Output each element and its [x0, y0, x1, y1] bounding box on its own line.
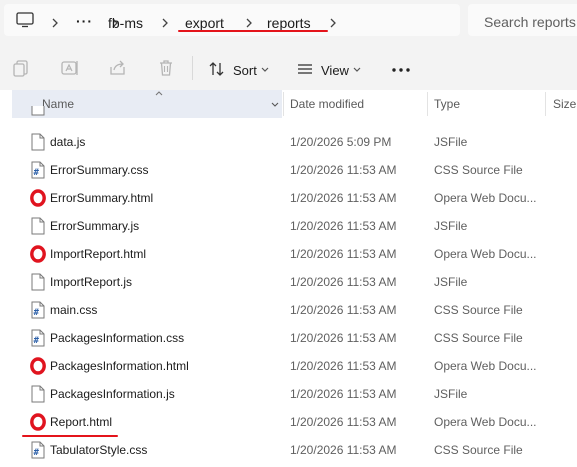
annotation-underline — [22, 435, 118, 437]
table-row[interactable]: data.js 1/20/2026 5:09 PM JSFile — [0, 128, 577, 156]
chevron-right-icon[interactable] — [48, 16, 62, 30]
table-row[interactable]: Report.html 1/20/2026 11:53 AM Opera Web D… — [0, 408, 577, 436]
file-type: Opera Web Docu... — [434, 415, 537, 429]
file-type: CSS Source File — [434, 443, 523, 457]
file-date-modified: 1/20/2026 11:53 AM — [290, 191, 397, 205]
file-date-modified: 1/20/2026 11:53 AM — [290, 275, 397, 289]
file-type: CSS Source File — [434, 303, 523, 317]
file-name[interactable]: PackagesInformation.js — [50, 387, 175, 401]
opera-icon — [30, 189, 46, 207]
sort-button[interactable]: Sort — [233, 63, 257, 78]
file-type: JSFile — [434, 275, 468, 289]
file-name[interactable]: PackagesInformation.css — [50, 331, 184, 345]
file-name[interactable]: ImportReport.js — [50, 275, 132, 289]
css-file-icon: # — [31, 329, 45, 347]
file-icon — [31, 385, 45, 403]
file-date-modified: 1/20/2026 11:53 AM — [290, 163, 397, 177]
file-icon — [31, 133, 45, 151]
share-icon[interactable] — [108, 58, 128, 78]
table-row[interactable]: # PackagesInformation.css 1/20/2026 11:53 … — [0, 324, 577, 352]
file-name[interactable]: Report.html — [50, 415, 112, 429]
file-date-modified: 1/20/2026 11:53 AM — [290, 303, 397, 317]
file-name[interactable]: ErrorSummary.css — [50, 163, 148, 177]
annotation-underline — [178, 30, 328, 32]
table-row[interactable]: ErrorSummary.html 1/20/2026 11:53 AM Opera… — [0, 184, 577, 212]
file-icon — [31, 106, 45, 116]
table-row[interactable]: # ErrorSummary.css 1/20/2026 11:53 AM CSS S… — [0, 156, 577, 184]
breadcrumb-item-fb-ms[interactable]: fb-ms — [108, 15, 143, 31]
opera-icon — [30, 245, 46, 263]
svg-text:#: # — [34, 336, 40, 346]
svg-text:#: # — [34, 448, 40, 458]
search-placeholder: Search reports — [484, 14, 576, 30]
copy-icon[interactable] — [12, 58, 32, 78]
file-type: Opera Web Docu... — [434, 191, 537, 205]
svg-text:#: # — [34, 168, 40, 178]
file-type: JSFile — [434, 135, 468, 149]
opera-icon — [30, 357, 46, 375]
breadcrumb-item-export[interactable]: export — [185, 15, 224, 31]
view-icon[interactable] — [296, 60, 314, 78]
file-name[interactable]: ErrorSummary.html — [50, 191, 153, 205]
file-icon — [31, 217, 45, 235]
file-type: Opera Web Docu... — [434, 359, 537, 373]
chevron-down-icon[interactable] — [352, 66, 362, 74]
svg-text:#: # — [34, 308, 40, 318]
chevron-right-icon[interactable] — [326, 16, 340, 30]
file-date-modified: 1/20/2026 11:53 AM — [290, 331, 397, 345]
command-bar: Sort View — [0, 42, 577, 90]
chevron-down-icon[interactable] — [260, 66, 270, 74]
file-type: Opera Web Docu... — [434, 247, 537, 261]
file-date-modified: 1/20/2026 11:53 AM — [290, 219, 397, 233]
table-row[interactable]: PackagesInformation.js 1/20/2026 11:53 AM… — [0, 380, 577, 408]
view-button[interactable]: View — [321, 63, 349, 78]
file-name[interactable]: main.css — [50, 303, 97, 317]
command-separator — [192, 56, 193, 80]
chevron-right-icon[interactable] — [158, 16, 172, 30]
table-row[interactable]: # main.css 1/20/2026 11:53 AM CSS Source Fi… — [0, 296, 577, 324]
file-date-modified: 1/20/2026 11:53 AM — [290, 359, 397, 373]
sort-icon[interactable] — [208, 60, 226, 78]
file-name[interactable]: ImportReport.html — [50, 247, 146, 261]
table-row-partial[interactable] — [0, 106, 577, 118]
table-row[interactable]: # TabulatorStyle.css 1/20/2026 11:53 AM CSS… — [0, 436, 577, 464]
chevron-right-icon[interactable] — [242, 16, 256, 30]
css-file-icon: # — [31, 301, 45, 319]
file-type: CSS Source File — [434, 163, 523, 177]
file-name[interactable]: ErrorSummary.js — [50, 219, 139, 233]
opera-icon — [30, 413, 46, 431]
rename-icon[interactable] — [60, 58, 80, 78]
file-icon — [31, 273, 45, 291]
more-options-icon[interactable] — [390, 57, 412, 77]
css-file-icon: # — [31, 441, 45, 459]
file-date-modified: 1/20/2026 11:53 AM — [290, 247, 397, 261]
file-date-modified: 1/20/2026 11:53 AM — [290, 443, 397, 457]
more-breadcrumbs-button[interactable]: ··· — [76, 13, 93, 29]
table-row[interactable]: ImportReport.js 1/20/2026 11:53 AM JSFile — [0, 268, 577, 296]
table-row[interactable]: ErrorSummary.js 1/20/2026 11:53 AM JSFile — [0, 212, 577, 240]
this-pc-icon[interactable] — [16, 12, 34, 28]
address-bar: ··· fb-ms export reports Search reports — [0, 0, 577, 42]
sort-ascending-icon — [155, 91, 163, 96]
file-list: Name Date modified Type Size data.js 1/20… — [0, 90, 577, 467]
file-name[interactable]: data.js — [50, 135, 85, 149]
search-box[interactable]: Search reports — [468, 4, 577, 36]
file-type: JSFile — [434, 219, 468, 233]
file-type: CSS Source File — [434, 331, 523, 345]
delete-icon[interactable] — [156, 58, 176, 78]
breadcrumb-item-reports[interactable]: reports — [267, 15, 311, 31]
css-file-icon: # — [31, 161, 45, 179]
file-date-modified: 1/20/2026 11:53 AM — [290, 387, 397, 401]
file-name[interactable]: PackagesInformation.html — [50, 359, 189, 373]
file-date-modified: 1/20/2026 5:09 PM — [290, 135, 392, 149]
table-row[interactable]: PackagesInformation.html 1/20/2026 11:53 … — [0, 352, 577, 380]
file-name[interactable]: TabulatorStyle.css — [50, 443, 147, 457]
table-row[interactable]: ImportReport.html 1/20/2026 11:53 AM Opera… — [0, 240, 577, 268]
file-type: JSFile — [434, 387, 468, 401]
file-date-modified: 1/20/2026 11:53 AM — [290, 415, 397, 429]
